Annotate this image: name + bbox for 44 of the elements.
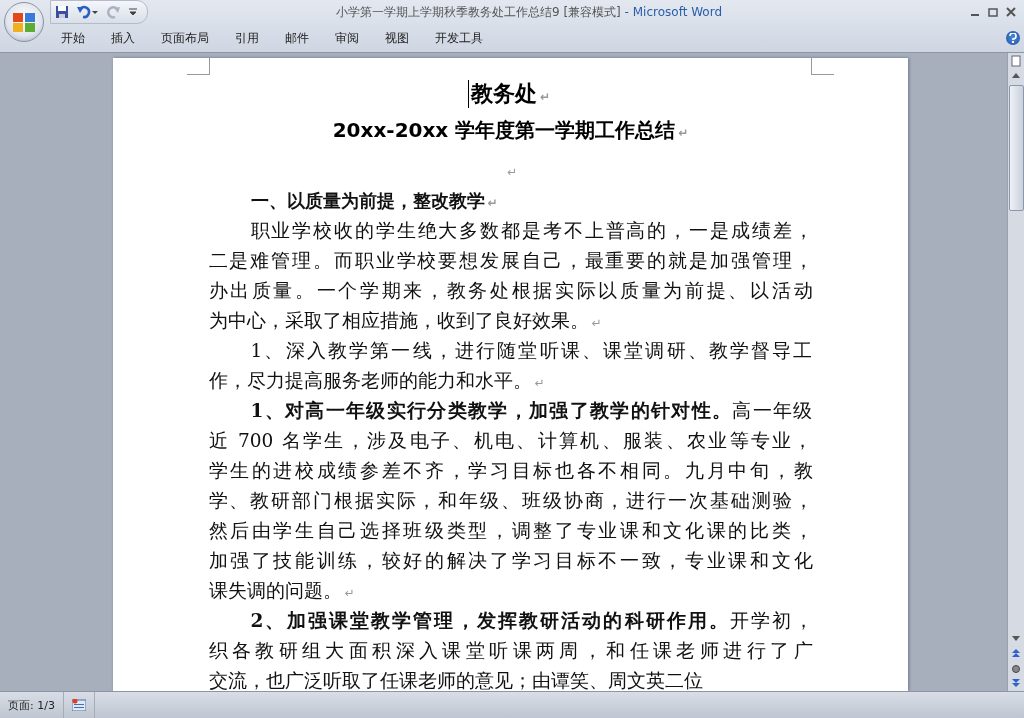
text-line: 为中心，采取了相应措施，收到了良好效果。 ↵ [208,309,603,333]
ribbon-tab[interactable]: 插入 [98,26,148,50]
text-line: 职业学校收的学生绝大多数都是考不上普高的，一是成绩差， [249,219,813,243]
maximize-icon[interactable] [988,7,998,17]
save-icon[interactable] [55,5,69,19]
ribbon-tab[interactable]: 审阅 [322,26,372,50]
paragraph-mark: ↵ [506,165,518,179]
text-line: 学、教研部门根据实际，和年级、班级协商，进行一次基础测验， [208,489,813,513]
document-title: 教务处↵ [470,78,551,113]
text-line: 加强了技能训练，较好的解决了学习目标不一致，专业课和文化 [208,549,813,573]
text-line: 学生的进校成绩参差不齐，学习目标也各不相同。九月中旬，教 [208,459,813,483]
crop-mark [811,58,834,75]
ribbon-tab[interactable]: 视图 [372,26,422,50]
text-line: 织各教研组大面积深入课堂听课两周，和任课老师进行了广 [208,639,813,663]
text-cursor [467,80,469,108]
ribbon-tab[interactable]: 开发工具 [422,26,496,50]
text-line: 课失调的问题。 ↵ [208,579,356,603]
customize-arrow-icon[interactable] [129,8,137,16]
page-count[interactable]: 页面: 1/3 [0,692,64,718]
text-line: 交流，也广泛听取了任课老师的意见；由谭笑、周文英二位 [208,669,704,691]
office-logo-icon[interactable] [12,10,36,34]
close-icon[interactable] [1006,7,1016,17]
section-heading: 一、以质量为前提，整改教学 ↵ [249,190,499,213]
text-line: 办出质量。一个学期来，教务处根据实际以质量为前提、以活动 [208,279,813,303]
document-status-icon[interactable] [71,699,86,711]
undo-icon[interactable] [77,5,99,19]
office-button[interactable] [4,2,44,42]
scroll-thumb[interactable] [1008,85,1024,211]
document-subtitle: 20xx-20xx 学年度第一学期工作总结↵ [332,117,689,144]
crop-mark [187,58,210,75]
ruler-toggle-icon[interactable] [1009,53,1023,68]
text-line: 1、深入教学第一线，进行随堂听课、课堂调研、教学督导工 [249,339,813,363]
ribbon-tab[interactable]: 引用 [222,26,272,50]
text-line: 2、加强课堂教学管理，发挥教研活动的科研作用。开学初， [249,609,813,633]
window-title: 小学第一学期上学期秋季教务处工作总结9 [兼容模式] - Microsoft Word [334,3,723,21]
text-line: 1、对高一年级实行分类教学，加强了教学的针对性。高一年级 [249,399,813,423]
text-line: 二是难管理。而职业学校要想发展自己，最重要的就是加强管理， [208,249,813,273]
text-line: 作，尽力提高服务老师的能力和水平。 ↵ [208,369,546,393]
help-icon[interactable] [1006,31,1020,45]
text-line: 然后由学生自己选择班级类型，调整了专业课和文化课的比类， [208,519,813,543]
ribbon-tab[interactable]: 邮件 [272,26,322,50]
ribbon-tab[interactable]: 开始 [48,26,98,50]
text-line: 近 700 名学生，涉及电子、机电、计算机、服装、农业等专业， [208,429,813,453]
ribbon-tab[interactable]: 页面布局 [148,26,222,50]
